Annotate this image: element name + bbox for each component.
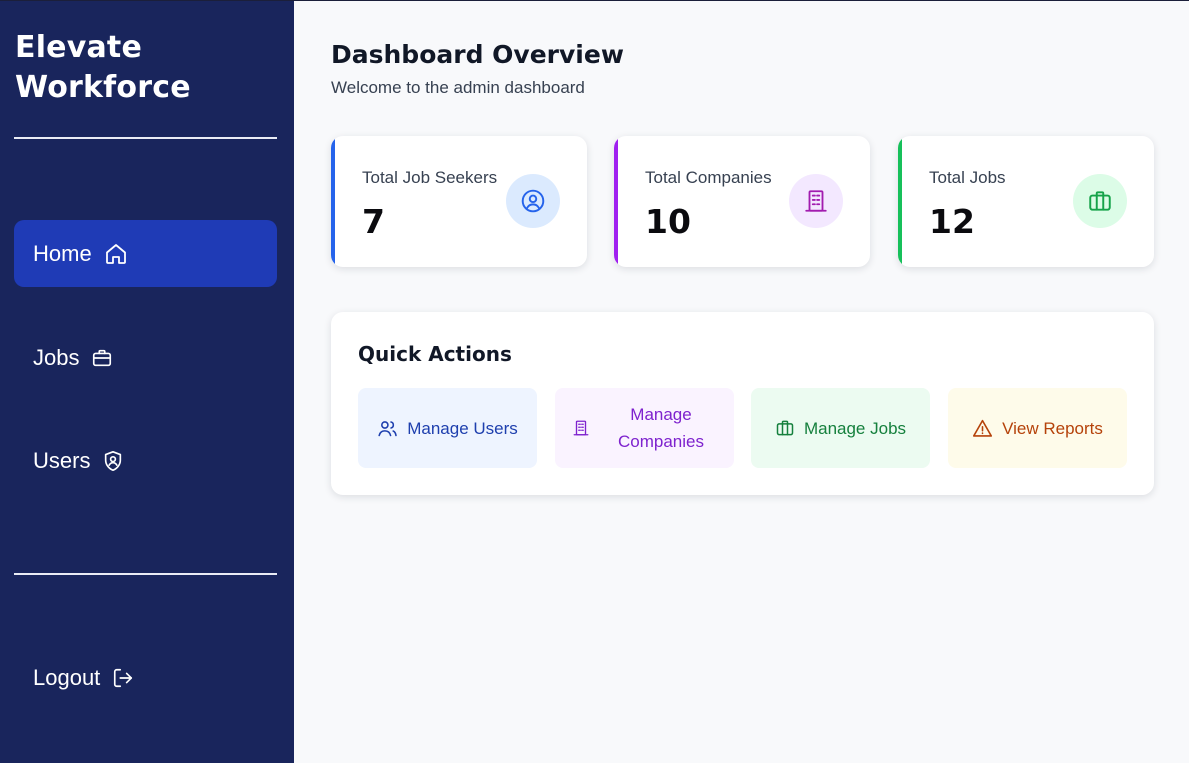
logout-button[interactable]: Logout xyxy=(14,644,277,711)
brand-line-1: Elevate xyxy=(15,30,143,65)
sidebar-item-jobs[interactable]: Jobs xyxy=(14,324,277,391)
manage-companies-label: Manage Companies xyxy=(618,405,704,451)
manage-users-button[interactable]: Manage Users xyxy=(358,388,537,468)
card-accent-bar xyxy=(331,136,335,267)
manage-users-label: Manage Users xyxy=(407,418,518,438)
manage-companies-button[interactable]: Manage Companies xyxy=(555,388,734,468)
page-title: Dashboard Overview xyxy=(331,40,624,69)
card-accent-bar xyxy=(898,136,902,267)
user-shield-icon xyxy=(105,450,122,471)
stat-value: 12 xyxy=(929,202,975,241)
brand-logo-text: Elevate Workforce xyxy=(15,28,285,108)
home-icon xyxy=(105,243,126,264)
stat-card-companies: Total Companies 10 xyxy=(614,136,870,267)
building-icon xyxy=(789,174,843,228)
manage-jobs-button[interactable]: Manage Jobs xyxy=(751,388,930,468)
sidebar-item-label: Users xyxy=(33,447,91,473)
manage-jobs-label: Manage Jobs xyxy=(803,418,907,438)
view-reports-label: View Reports xyxy=(1002,418,1103,438)
stat-card-jobs: Total Jobs 12 xyxy=(898,136,1154,267)
user-circle-icon xyxy=(506,174,560,228)
warning-icon xyxy=(973,419,993,437)
briefcase-icon xyxy=(776,420,794,436)
view-reports-button[interactable]: View Reports xyxy=(948,388,1127,468)
briefcase-icon xyxy=(1073,174,1127,228)
stat-label: Total Jobs xyxy=(929,168,1006,187)
building-icon xyxy=(573,420,589,436)
stat-card-job-seekers: Total Job Seekers 7 xyxy=(331,136,587,267)
logout-label: Logout xyxy=(33,664,101,690)
sidebar-item-label: Home xyxy=(33,240,92,266)
stat-value: 7 xyxy=(362,202,385,241)
top-border xyxy=(0,0,1189,1)
sidebar: Elevate Workforce Home Jobs Users Logout xyxy=(0,0,294,763)
stat-value: 10 xyxy=(645,202,691,241)
logout-icon xyxy=(114,668,133,687)
sidebar-divider-top xyxy=(14,137,277,139)
sidebar-item-label: Jobs xyxy=(33,344,80,370)
sidebar-divider-bottom xyxy=(14,573,277,575)
briefcase-icon xyxy=(93,349,112,366)
quick-actions-panel: Quick Actions Manage Users Manage Compan… xyxy=(331,312,1154,495)
sidebar-item-home[interactable]: Home xyxy=(14,220,277,287)
stat-label: Total Companies xyxy=(645,168,772,187)
card-accent-bar xyxy=(614,136,618,267)
sidebar-item-users[interactable]: Users xyxy=(14,427,277,494)
page-subtitle: Welcome to the admin dashboard xyxy=(331,78,585,97)
brand-line-2: Workforce xyxy=(15,70,191,105)
users-icon xyxy=(378,420,397,436)
quick-actions-title: Quick Actions xyxy=(358,342,512,366)
stat-label: Total Job Seekers xyxy=(362,168,498,187)
